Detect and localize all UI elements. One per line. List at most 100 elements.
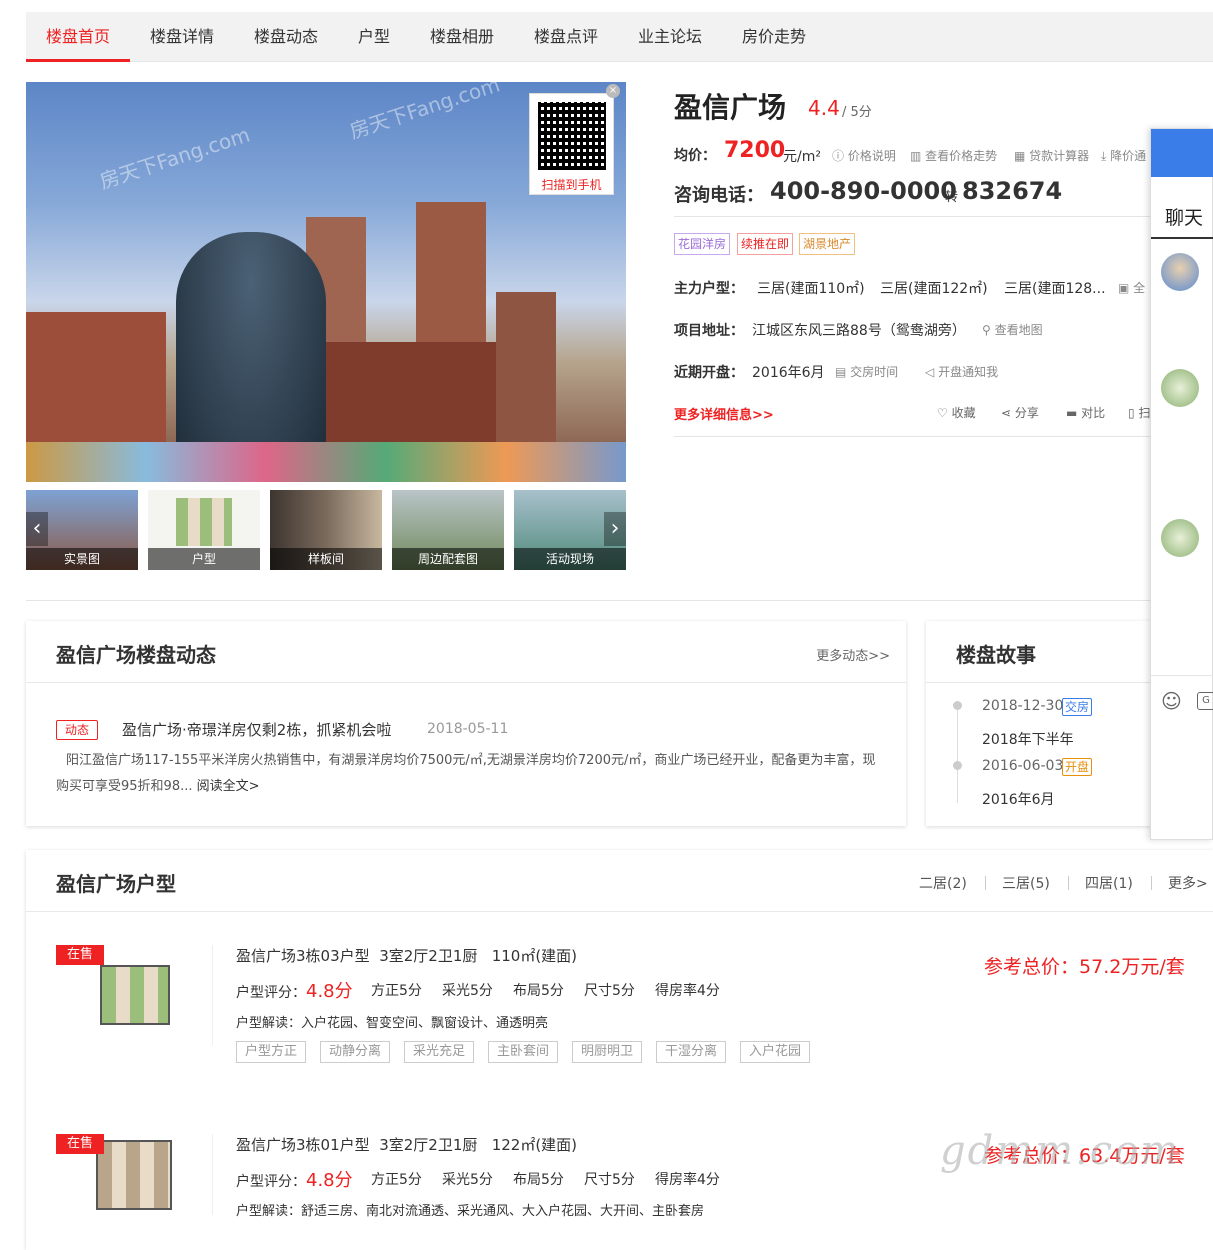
news-badge: 动态 [56, 719, 99, 740]
button-label: 对比 [1081, 406, 1106, 420]
favorite-button[interactable]: ♡ 收藏 [937, 404, 976, 421]
address-label: 项目地址： [674, 323, 744, 339]
price-drop-link[interactable]: ⤓ 降价通 [1101, 147, 1146, 164]
panel-header: 盈信广场楼盘动态 更多动态>> [26, 621, 906, 683]
avatar[interactable] [1161, 253, 1199, 291]
nav-tab-forum[interactable]: 业主论坛 [618, 12, 722, 62]
link-text: 价格说明 [847, 149, 896, 163]
chevron-right-icon[interactable]: › [604, 512, 626, 546]
feature-tag: 花园洋房 [674, 233, 731, 255]
compare-button[interactable]: ▬ 对比 [1066, 404, 1105, 421]
link-text: 开盘通知我 [938, 365, 999, 379]
button-label: 分享 [1014, 406, 1039, 420]
price-trend-link[interactable]: ▥ 查看价格走势 [910, 147, 997, 164]
divider [1151, 675, 1213, 676]
chevron-left-icon[interactable]: ‹ [26, 512, 48, 546]
score-item: 尺寸5分 [584, 1172, 635, 1188]
street-banners [26, 442, 626, 482]
layout-name[interactable]: 盈信广场3栋01户型 3室2厅2卫1厨 122㎡(建面) [236, 1134, 577, 1155]
timeline-dot [953, 761, 962, 770]
avatar[interactable] [1161, 369, 1199, 407]
layout-label: 主力户型： [674, 281, 744, 297]
phone-extension[interactable]: 832674 [962, 177, 1062, 205]
all-layouts-link[interactable]: ▣ 全 [1118, 279, 1145, 296]
filter-2br[interactable]: 二居(2) [919, 873, 967, 893]
nav-tab-details[interactable]: 楼盘详情 [130, 12, 234, 62]
map-link[interactable]: ⚲ 查看地图 [982, 321, 1043, 338]
layout-name-text: 盈信广场3栋03户型 [236, 947, 370, 965]
rating-label: 户型评分： [236, 985, 306, 1001]
nav-tab-price-trend[interactable]: 房价走势 [722, 12, 826, 62]
delivery-time-link[interactable]: ▤ 交房时间 [835, 363, 898, 380]
thumb-surroundings[interactable]: 周边配套图 [392, 490, 504, 570]
nav-tab-reviews[interactable]: 楼盘点评 [514, 12, 618, 62]
timeline-line [957, 703, 958, 803]
opening-date: 2016年6月 [752, 365, 825, 381]
nav-tab-home[interactable]: 楼盘首页 [26, 12, 130, 62]
thumb-layout[interactable]: 户型 [148, 490, 260, 570]
score-item: 尺寸5分 [584, 983, 635, 999]
filter-more[interactable]: 更多> [1168, 873, 1208, 893]
qr-code-box[interactable]: 扫描到手机 [529, 93, 614, 195]
score-item: 布局5分 [513, 1172, 564, 1188]
loan-calculator-link[interactable]: ▦ 贷款计算器 [1014, 147, 1089, 164]
chat-header-bar [1151, 129, 1213, 177]
badge-text: 动态 [56, 720, 99, 740]
link-text: 查看价格走势 [925, 149, 998, 163]
nav-tab-album[interactable]: 楼盘相册 [410, 12, 514, 62]
divider [26, 600, 1213, 601]
layout-link[interactable]: 三居(建面110㎡) [757, 278, 865, 298]
link-text: 全 [1133, 281, 1146, 295]
emoji-icon[interactable]: ☺ [1161, 689, 1182, 713]
close-icon[interactable]: × [606, 84, 620, 98]
share-icon: ⋖ [1001, 406, 1012, 420]
thumb-label: 活动现场 [514, 548, 626, 570]
scan-button[interactable]: ▯ 扫 [1128, 404, 1150, 421]
phone-number[interactable]: 400-890-0000 [770, 177, 957, 205]
notify-link[interactable]: ◁ 开盘通知我 [925, 363, 998, 380]
price-label: 均价： [674, 148, 716, 164]
opening-label: 近期开盘： [674, 365, 744, 381]
layout-area: 110㎡(建面) [491, 947, 578, 965]
layout-link[interactable]: 三居(建面128... [1004, 278, 1106, 298]
rating-label: 户型评分： [236, 1174, 306, 1190]
floorplan-icon [96, 1140, 172, 1210]
chat-sidebar: 聊天 ☺ G [1150, 128, 1213, 840]
news-headline[interactable]: 盈信广场·帝璟洋房仅剩2栋，抓紧机会啦 [122, 719, 391, 740]
rating-value: 4.8分 [306, 1170, 353, 1191]
qr-code-icon [538, 102, 606, 170]
price-explain-link[interactable]: ⓘ 价格说明 [832, 147, 896, 164]
desc-label: 户型解读： [236, 1016, 302, 1031]
layout-pill: 入户花园 [740, 1041, 811, 1063]
button-label: 收藏 [951, 406, 976, 420]
thumb-showroom[interactable]: 样板间 [270, 490, 382, 570]
share-button[interactable]: ⋖ 分享 [1001, 404, 1039, 421]
speaker-icon: ◁ [925, 365, 935, 379]
more-news-link[interactable]: 更多动态>> [816, 645, 890, 664]
layout-rooms: 3室2厅2卫1厨 [379, 947, 478, 965]
filter-4br[interactable]: 四居(1) [1085, 873, 1133, 893]
thumb-label: 周边配套图 [392, 548, 504, 570]
heart-icon: ♡ [937, 406, 948, 420]
status-badge: 在售 [56, 945, 104, 965]
gif-icon[interactable]: G [1197, 692, 1213, 710]
thumb-label: 户型 [148, 548, 260, 570]
read-more-link[interactable]: 阅读全文> [197, 779, 260, 794]
project-name: 盈信广场 [674, 91, 787, 124]
avatar[interactable] [1161, 519, 1199, 557]
divider [212, 945, 213, 1045]
price-label: 参考总价： [984, 956, 1080, 978]
more-details-link[interactable]: 更多详细信息>> [674, 404, 774, 423]
link-text: 交房时间 [850, 365, 899, 379]
map-pin-icon: ⚲ [982, 323, 991, 337]
layout-pill: 主卧套间 [488, 1041, 559, 1063]
nav-tab-news[interactable]: 楼盘动态 [234, 12, 338, 62]
layout-link[interactable]: 三居(建面122㎡) [880, 278, 988, 298]
phone-icon: ▯ [1128, 406, 1135, 420]
nav-tab-layouts[interactable]: 户型 [338, 12, 410, 62]
layout-name[interactable]: 盈信广场3栋03户型 3室2厅2卫1厨 110㎡(建面) [236, 945, 577, 966]
chat-title[interactable]: 聊天 [1165, 203, 1203, 230]
panel-title: 盈信广场楼盘动态 [56, 643, 216, 667]
news-panel: 盈信广场楼盘动态 更多动态>> 动态 盈信广场·帝璟洋房仅剩2栋，抓紧机会啦 2… [26, 621, 906, 826]
filter-3br[interactable]: 三居(5) [1002, 873, 1050, 893]
